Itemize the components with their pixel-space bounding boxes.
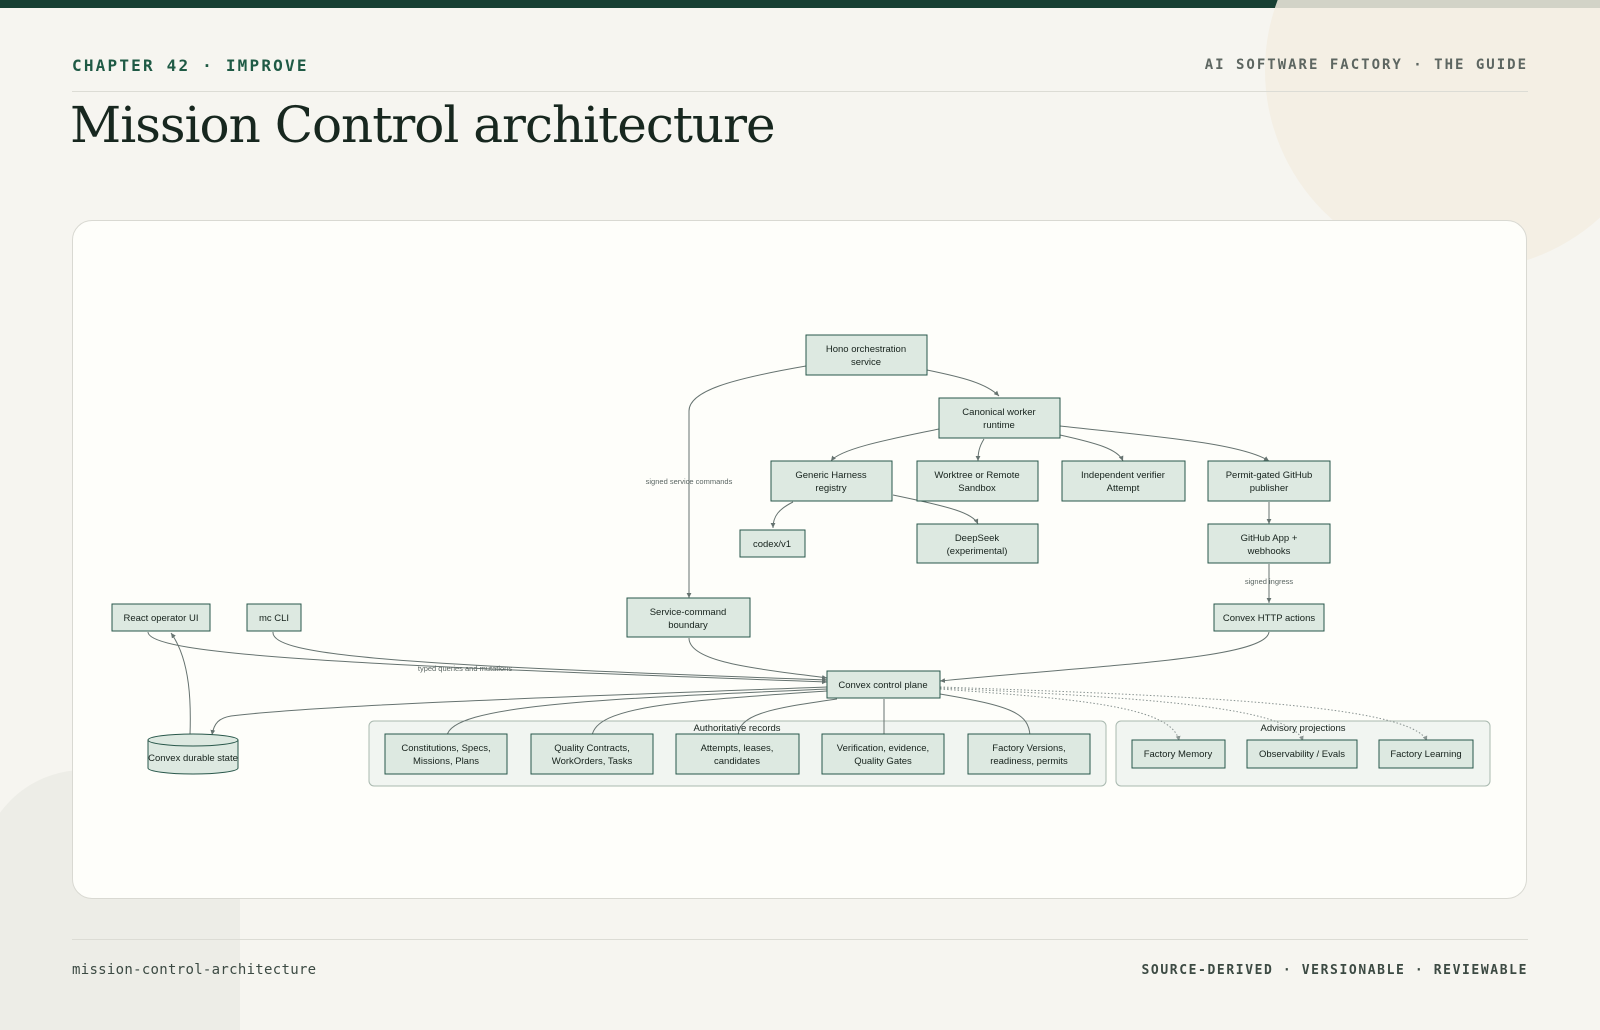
chapter-label: CHAPTER 42 · IMPROVE [72,56,309,75]
node-github-app: GitHub App + webhooks [1207,523,1331,564]
svg-text:Convex HTTP actions: Convex HTTP actions [1223,613,1315,624]
footer-divider [72,939,1528,940]
node-permit-gated-publisher: Permit-gated GitHub publisher [1207,460,1331,502]
header-divider [72,91,1528,92]
svg-text:Observability / Evals: Observability / Evals [1259,749,1345,760]
svg-text:service: service [851,357,881,368]
node-worktree-sandbox: Worktree or Remote Sandbox [916,460,1039,502]
svg-text:GitHub App +: GitHub App + [1241,533,1298,544]
svg-text:Quality Contracts,: Quality Contracts, [554,743,630,754]
edge-hono-worker [926,369,1000,397]
node-convex-http-actions: Convex HTTP actions [1213,603,1325,632]
svg-text:(experimental): (experimental) [947,546,1008,557]
footer-tagline: SOURCE-DERIVED · VERSIONABLE · REVIEWABL… [1141,963,1528,978]
node-convex-durable-state: Convex durable state [147,733,239,775]
node-independent-verifier: Independent verifier Attempt [1061,460,1186,502]
edge-label-signed-ingress: signed ingress [1245,577,1294,586]
edge-http-actions-control-plane [939,631,1270,683]
node-service-command-boundary: Service-command boundary [626,597,751,638]
node-codex: codex/v1 [739,529,806,558]
node-constitutions: Constitutions, Specs, Missions, Plans [384,733,508,775]
svg-text:runtime: runtime [983,420,1015,431]
node-verification-evidence: Verification, evidence, Quality Gates [821,733,945,775]
edge-service-command-control-plane [688,637,828,680]
svg-text:Hono orchestration: Hono orchestration [826,344,906,355]
svg-text:Attempts, leases,: Attempts, leases, [701,743,774,754]
svg-text:registry: registry [815,483,846,494]
svg-text:mc CLI: mc CLI [259,613,289,624]
node-factory-learning: Factory Learning [1378,739,1474,769]
page-title: Mission Control architecture [70,96,776,154]
svg-text:DeepSeek: DeepSeek [955,533,1000,544]
svg-text:Factory Versions,: Factory Versions, [992,743,1065,754]
node-canonical-worker: Canonical worker runtime [938,397,1061,439]
svg-text:webhooks: webhooks [1247,546,1291,557]
node-factory-memory: Factory Memory [1131,739,1226,769]
node-hono-orchestration: Hono orchestration service [805,334,928,376]
architecture-diagram: Authoritative records Advisory projectio… [111,334,1491,787]
edge-durable-state-react-ui [170,632,191,736]
edge-worker-harness [830,428,940,462]
svg-text:Quality Gates: Quality Gates [854,756,912,767]
node-mc-cli: mc CLI [246,603,302,632]
svg-text:WorkOrders, Tasks: WorkOrders, Tasks [552,756,633,767]
svg-text:boundary: boundary [668,620,708,631]
svg-text:Independent verifier: Independent verifier [1081,470,1165,481]
node-observability-evals: Observability / Evals [1246,739,1358,769]
svg-text:Worktree or Remote: Worktree or Remote [934,470,1019,481]
svg-text:Verification, evidence,: Verification, evidence, [837,743,929,754]
edge-harness-codex [770,501,794,529]
svg-text:Missions, Plans: Missions, Plans [413,756,479,767]
svg-text:Service-command: Service-command [650,607,727,618]
svg-text:Constitutions, Specs,: Constitutions, Specs, [401,743,490,754]
svg-text:Generic Harness: Generic Harness [795,470,867,481]
footer-slug: mission-control-architecture [72,962,317,978]
svg-text:publisher: publisher [1250,483,1289,494]
svg-text:React operator UI: React operator UI [124,613,199,624]
svg-text:Convex control plane: Convex control plane [838,680,927,691]
svg-text:candidates: candidates [714,756,760,767]
diagram-card: Authoritative records Advisory projectio… [72,220,1527,899]
svg-text:codex/v1: codex/v1 [753,539,791,550]
svg-text:Convex durable state: Convex durable state [148,753,238,764]
edge-worker-worktree [975,438,985,462]
edge-worker-publisher [1059,425,1270,462]
edge-worker-verifier [1059,434,1124,462]
node-convex-control-plane: Convex control plane [826,670,941,699]
svg-text:Permit-gated GitHub: Permit-gated GitHub [1226,470,1313,481]
edge-label-typed-queries: typed queries and mutations [418,664,512,673]
edge-label-signed-commands: signed service commands [646,477,733,486]
node-quality-contracts: Quality Contracts, WorkOrders, Tasks [530,733,654,775]
svg-text:Sandbox: Sandbox [958,483,996,494]
svg-text:Canonical worker: Canonical worker [962,407,1035,418]
group-advisory-label: Advisory projections [1260,723,1345,734]
node-deepseek: DeepSeek (experimental) [916,523,1039,564]
guide-label: AI SOFTWARE FACTORY · THE GUIDE [1204,57,1528,73]
svg-text:readiness, permits: readiness, permits [990,756,1068,767]
node-attempts-leases: Attempts, leases, candidates [675,733,800,775]
svg-text:Attempt: Attempt [1107,483,1140,494]
group-authoritative-label: Authoritative records [693,723,780,734]
svg-text:Factory Learning: Factory Learning [1390,749,1461,760]
node-generic-harness: Generic Harness registry [770,460,893,502]
edge-react-ui-control-plane [147,631,828,685]
svg-text:Factory Memory: Factory Memory [1144,749,1213,760]
node-factory-versions: Factory Versions, readiness, permits [967,733,1091,775]
node-react-operator-ui: React operator UI [111,603,211,632]
edge-mc-cli-control-plane [272,631,828,683]
